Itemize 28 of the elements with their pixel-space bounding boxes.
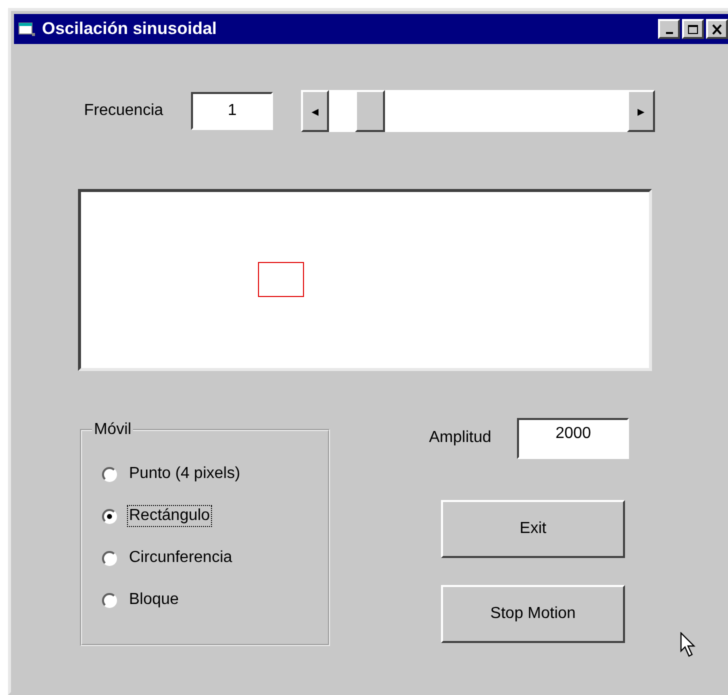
radio-button[interactable] <box>102 550 117 566</box>
group-title: Móvil <box>93 421 132 439</box>
mouse-cursor-icon <box>680 632 698 658</box>
radio-button[interactable] <box>102 508 117 524</box>
window-app-icon <box>18 21 36 37</box>
option-label[interactable]: Bloque <box>127 589 181 611</box>
minimize-button[interactable] <box>658 19 680 39</box>
frequency-field[interactable]: 1 <box>191 92 274 130</box>
option-label[interactable]: Circunferencia <box>127 547 234 569</box>
option-label[interactable]: Rectángulo <box>127 505 212 527</box>
frequency-label: Frecuencia <box>84 102 164 120</box>
maximize-button[interactable] <box>682 19 704 39</box>
moving-rectangle <box>258 262 304 297</box>
window-title: Oscilación sinusoidal <box>42 19 217 39</box>
maximize-icon <box>687 24 699 34</box>
scroll-right-button[interactable]: ▸ <box>627 90 656 132</box>
amplitude-field[interactable]: 2000 <box>517 418 630 458</box>
push-button[interactable]: Stop Motion <box>441 585 625 643</box>
radio-button[interactable] <box>102 592 117 608</box>
scroll-thumb[interactable] <box>355 90 386 132</box>
scroll-left-button[interactable]: ◂ <box>301 90 330 132</box>
radio-button[interactable] <box>102 466 117 482</box>
option-label[interactable]: Punto (4 pixels) <box>127 463 242 485</box>
amplitude-label: Amplitud <box>429 429 492 447</box>
close-button[interactable] <box>706 19 728 39</box>
push-button[interactable]: Exit <box>441 500 625 558</box>
minimize-icon <box>666 32 672 34</box>
close-icon <box>711 24 723 34</box>
